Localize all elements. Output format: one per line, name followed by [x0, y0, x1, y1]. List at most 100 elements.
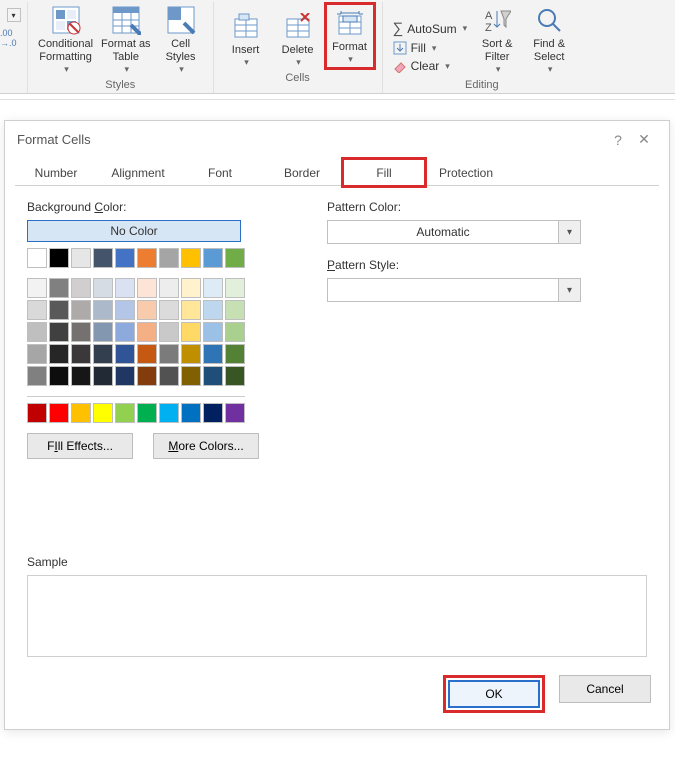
color-swatch[interactable] [115, 403, 135, 423]
color-swatch[interactable] [137, 403, 157, 423]
color-swatch[interactable] [93, 403, 113, 423]
color-swatch[interactable] [49, 278, 69, 298]
fill-effects-button[interactable]: FIll Effects... [27, 433, 133, 459]
color-swatch[interactable] [225, 322, 245, 342]
close-button[interactable]: ✕ [631, 131, 657, 148]
fill-button[interactable]: Fill [393, 41, 468, 55]
color-swatch[interactable] [27, 248, 47, 268]
color-swatch[interactable] [137, 366, 157, 386]
format-as-table-button[interactable]: Format as Table [97, 2, 155, 77]
color-swatch[interactable] [203, 300, 223, 320]
no-color-button[interactable]: No Color [27, 220, 241, 242]
color-swatch[interactable] [93, 366, 113, 386]
color-swatch[interactable] [225, 366, 245, 386]
color-swatch[interactable] [203, 403, 223, 423]
color-swatch[interactable] [137, 278, 157, 298]
color-swatch[interactable] [27, 278, 47, 298]
autosum-button[interactable]: ∑ AutoSum [393, 20, 468, 37]
color-swatch[interactable] [181, 344, 201, 364]
color-swatch[interactable] [71, 403, 91, 423]
color-swatch[interactable] [203, 366, 223, 386]
color-swatch[interactable] [93, 248, 113, 268]
tab-fill[interactable]: Fill [343, 159, 425, 186]
color-swatch[interactable] [181, 300, 201, 320]
color-swatch[interactable] [71, 248, 91, 268]
color-swatch[interactable] [27, 403, 47, 423]
pattern-color-select[interactable]: Automatic ▾ [327, 220, 581, 244]
color-swatch[interactable] [181, 403, 201, 423]
cell-styles-button[interactable]: Cell Styles [155, 2, 207, 77]
quick-access-strip: ▾ .00 →.0 [0, 2, 28, 93]
color-swatch[interactable] [49, 366, 69, 386]
color-swatch[interactable] [203, 322, 223, 342]
sort-filter-button[interactable]: AZ Sort & Filter [471, 2, 523, 77]
color-swatch[interactable] [137, 248, 157, 268]
color-swatch[interactable] [225, 300, 245, 320]
pattern-style-select[interactable]: ▾ [327, 278, 581, 302]
color-swatch[interactable] [27, 322, 47, 342]
color-swatch[interactable] [93, 344, 113, 364]
color-swatch[interactable] [225, 248, 245, 268]
color-swatch[interactable] [225, 344, 245, 364]
color-swatch[interactable] [203, 248, 223, 268]
color-swatch[interactable] [181, 248, 201, 268]
help-button[interactable]: ? [605, 132, 631, 148]
color-swatch[interactable] [159, 300, 179, 320]
format-button[interactable]: Format [324, 2, 376, 70]
color-swatch[interactable] [159, 248, 179, 268]
color-swatch[interactable] [115, 322, 135, 342]
color-swatch[interactable] [225, 278, 245, 298]
color-swatch[interactable] [49, 403, 69, 423]
color-swatch[interactable] [93, 322, 113, 342]
label: Fill [411, 41, 426, 55]
color-swatch[interactable] [159, 278, 179, 298]
color-swatch[interactable] [115, 344, 135, 364]
delete-button[interactable]: Delete [272, 8, 324, 70]
color-swatch[interactable] [71, 344, 91, 364]
color-swatch[interactable] [93, 278, 113, 298]
color-swatch[interactable] [159, 322, 179, 342]
color-swatch[interactable] [137, 300, 157, 320]
color-swatch[interactable] [49, 300, 69, 320]
tab-border[interactable]: Border [261, 159, 343, 186]
color-swatch[interactable] [115, 278, 135, 298]
color-swatch[interactable] [49, 248, 69, 268]
color-swatch[interactable] [49, 344, 69, 364]
insert-button[interactable]: Insert [220, 8, 272, 70]
color-swatch[interactable] [71, 366, 91, 386]
color-swatch[interactable] [203, 344, 223, 364]
find-select-button[interactable]: Find & Select [523, 2, 575, 77]
color-swatch[interactable] [71, 278, 91, 298]
color-swatch[interactable] [27, 344, 47, 364]
tab-number[interactable]: Number [15, 159, 97, 186]
tab-font[interactable]: Font [179, 159, 261, 186]
color-swatch[interactable] [181, 322, 201, 342]
ok-button[interactable]: OK [448, 680, 540, 708]
tab-protection[interactable]: Protection [425, 159, 507, 186]
tab-alignment[interactable]: Alignment [97, 159, 179, 186]
conditional-formatting-button[interactable]: Conditional Formatting [34, 2, 97, 77]
color-swatch[interactable] [71, 322, 91, 342]
color-swatch[interactable] [159, 344, 179, 364]
color-swatch[interactable] [93, 300, 113, 320]
color-swatch[interactable] [203, 278, 223, 298]
color-swatch[interactable] [181, 278, 201, 298]
color-swatch[interactable] [181, 366, 201, 386]
color-swatch[interactable] [159, 403, 179, 423]
color-swatch[interactable] [49, 322, 69, 342]
color-swatch[interactable] [137, 322, 157, 342]
color-swatch[interactable] [115, 300, 135, 320]
decrease-decimal-icon[interactable]: .00 →.0 [0, 28, 27, 48]
color-swatch[interactable] [27, 366, 47, 386]
color-swatch[interactable] [159, 366, 179, 386]
color-swatch[interactable] [225, 403, 245, 423]
color-swatch[interactable] [115, 366, 135, 386]
more-colors-button[interactable]: More Colors... [153, 433, 259, 459]
color-swatch[interactable] [27, 300, 47, 320]
cancel-button[interactable]: Cancel [559, 675, 651, 703]
color-swatch[interactable] [71, 300, 91, 320]
style-dropdown-icon[interactable]: ▾ [7, 8, 21, 22]
color-swatch[interactable] [137, 344, 157, 364]
color-swatch[interactable] [115, 248, 135, 268]
clear-button[interactable]: Clear [393, 59, 468, 73]
